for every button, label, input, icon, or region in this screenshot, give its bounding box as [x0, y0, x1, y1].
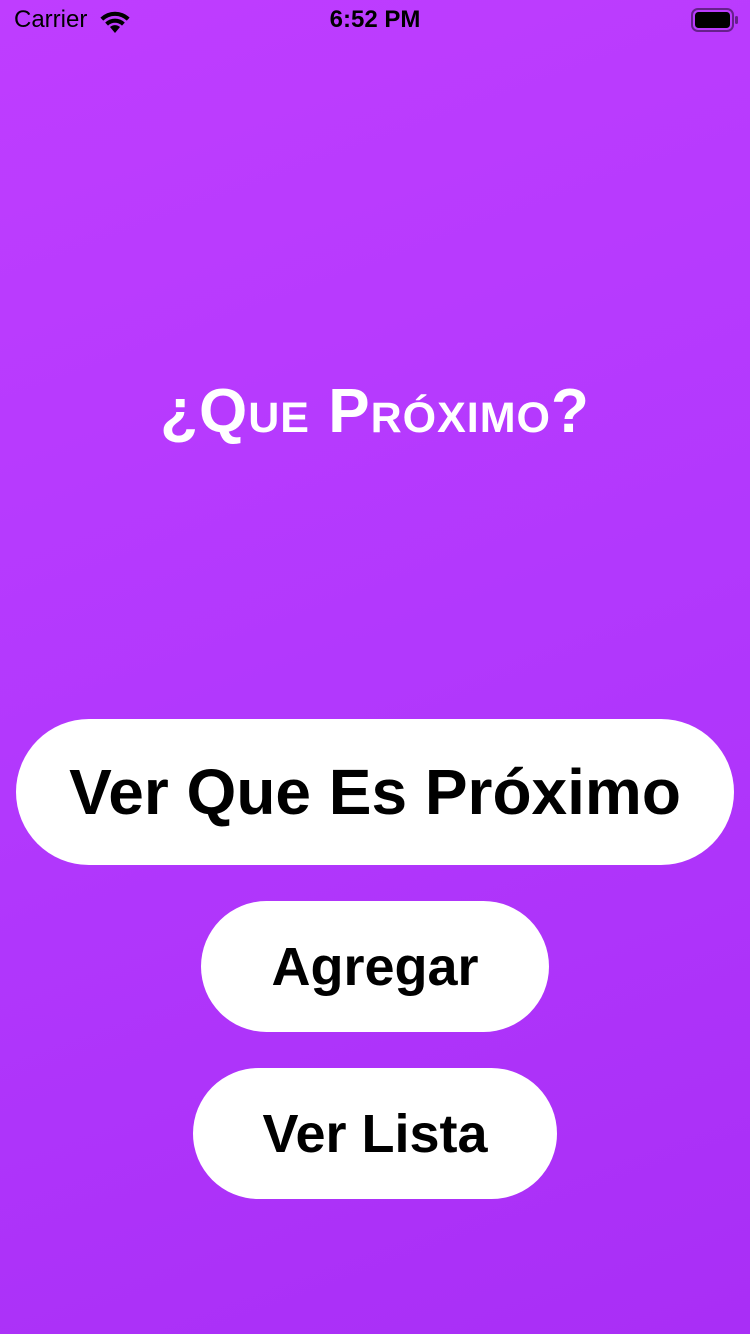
page-title: ¿Que Próximo? [160, 377, 590, 446]
see-list-button[interactable]: Ver Lista [193, 1068, 557, 1199]
status-bar: Carrier 6:52 PM [0, 0, 750, 40]
status-time: 6:52 PM [329, 6, 421, 33]
app-screen: Carrier 6:52 PM ¿Que Próximo? Ver Que Es… [0, 0, 750, 1334]
add-button[interactable]: Agregar [201, 901, 549, 1032]
battery-icon [691, 8, 739, 32]
see-next-button[interactable]: Ver Que Es Próximo [16, 719, 734, 865]
